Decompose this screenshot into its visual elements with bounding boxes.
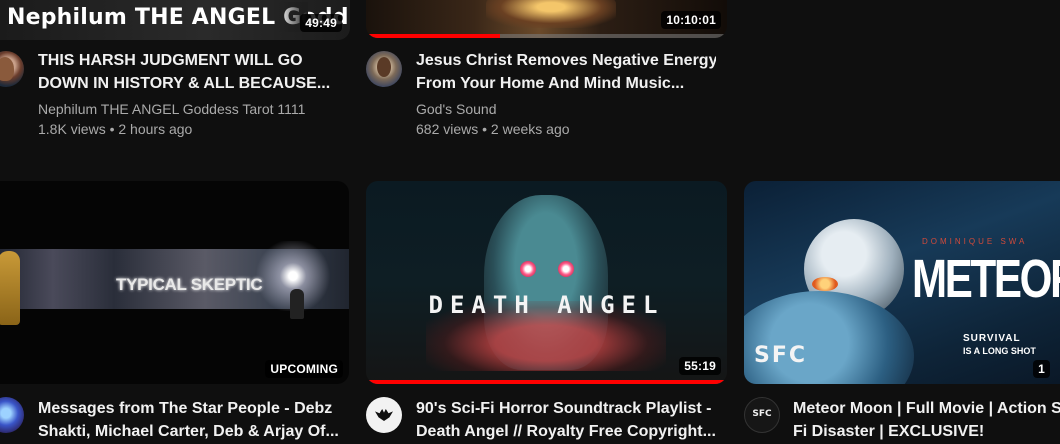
video-title-line: Messages from The Star People - Debz bbox=[38, 400, 333, 417]
thumbnail-tagline: IS A LONG SHOT bbox=[963, 346, 1036, 356]
thumbnail-logo: SFC bbox=[754, 343, 808, 368]
watch-progress-fill bbox=[366, 380, 727, 384]
channel-name[interactable]: God's Sound bbox=[416, 99, 497, 119]
avatar-figure bbox=[377, 57, 391, 77]
video-title[interactable]: 90's Sci-Fi Horror Soundtrack Playlist -… bbox=[416, 397, 716, 443]
thumbnail-credit-text: DOMINIQUE SWA bbox=[922, 237, 1028, 246]
bat-icon bbox=[375, 409, 393, 421]
video-title-line: Death Angel // Royalty Free Copyright... bbox=[416, 423, 716, 440]
thumbnail-eye-right bbox=[558, 261, 574, 277]
video-stats: 1.8K views • 2 hours ago bbox=[38, 121, 193, 137]
video-title[interactable]: Jesus Christ Removes Negative Energy Fro… bbox=[416, 49, 716, 95]
video-thumbnail[interactable]: Nephilum THE ANGEL Godd 49:49 bbox=[0, 0, 350, 40]
video-thumbnail[interactable]: TYPICAL SKEPTIC UPCOMING bbox=[0, 181, 349, 384]
thumbnail-statue bbox=[0, 251, 20, 325]
channel-avatar[interactable] bbox=[0, 51, 24, 87]
channel-avatar[interactable] bbox=[366, 51, 402, 87]
avatar-logo-text: SFC bbox=[752, 409, 772, 419]
watch-progress-bar bbox=[366, 34, 727, 38]
thumbnail-eye-left bbox=[520, 261, 536, 277]
watch-progress-bar bbox=[366, 380, 727, 384]
avatar-figure bbox=[0, 57, 14, 81]
video-duration: 10:10:01 bbox=[661, 11, 721, 29]
channel-name[interactable]: Nephilum THE ANGEL Goddess Tarot 1111 bbox=[38, 99, 305, 119]
video-thumbnail[interactable]: DOMINIQUE SWA METEOR MO SFC SURVIVAL IS … bbox=[744, 181, 1060, 384]
video-title-line: Meteor Moon | Full Movie | Action Sc bbox=[793, 400, 1060, 417]
channel-avatar[interactable]: SFC bbox=[744, 397, 780, 433]
watch-progress-fill bbox=[366, 34, 500, 38]
video-title-line: From Your Home And Mind Music... bbox=[416, 75, 685, 92]
thumbnail-title-text: METEOR MO bbox=[912, 249, 1060, 309]
channel-avatar[interactable] bbox=[0, 397, 24, 433]
video-stats: 682 views • 2 weeks ago bbox=[416, 121, 570, 137]
video-thumbnail[interactable]: 10:10:01 bbox=[366, 0, 727, 38]
video-title[interactable]: THIS HARSH JUDGMENT WILL GO DOWN IN HIST… bbox=[38, 49, 338, 95]
video-title-line: DOWN IN HISTORY & ALL BECAUSE... bbox=[38, 75, 331, 92]
video-duration: 1 bbox=[1033, 360, 1050, 378]
upcoming-badge: UPCOMING bbox=[265, 360, 343, 378]
thumbnail-person bbox=[290, 289, 304, 319]
video-title[interactable]: Meteor Moon | Full Movie | Action Sc Fi … bbox=[793, 397, 1060, 443]
thumbnail-title-text: TYPICAL SKEPTIC bbox=[116, 275, 263, 294]
thumbnail-fire bbox=[812, 277, 838, 291]
video-thumbnail[interactable]: DEATH ANGEL 55:19 bbox=[366, 181, 727, 384]
video-title[interactable]: Messages from The Star People - Debz Sha… bbox=[38, 397, 338, 443]
thumbnail-title-text: DEATH ANGEL bbox=[428, 291, 665, 319]
video-title-line: Shakti, Michael Carter, Deb & Arjay Of..… bbox=[38, 423, 338, 440]
thumbnail-book-glow bbox=[486, 0, 616, 28]
video-title-line: THIS HARSH JUDGMENT WILL GO bbox=[38, 52, 303, 69]
channel-avatar[interactable] bbox=[366, 397, 402, 433]
video-title-line: Fi Disaster | EXCLUSIVE! bbox=[793, 423, 985, 440]
thumbnail-tagline: SURVIVAL bbox=[963, 333, 1021, 344]
video-title-line: 90's Sci-Fi Horror Soundtrack Playlist - bbox=[416, 400, 712, 417]
video-duration: 49:49 bbox=[300, 14, 342, 32]
video-title-line: Jesus Christ Removes Negative Energy bbox=[416, 52, 716, 69]
video-duration: 55:19 bbox=[679, 357, 721, 375]
